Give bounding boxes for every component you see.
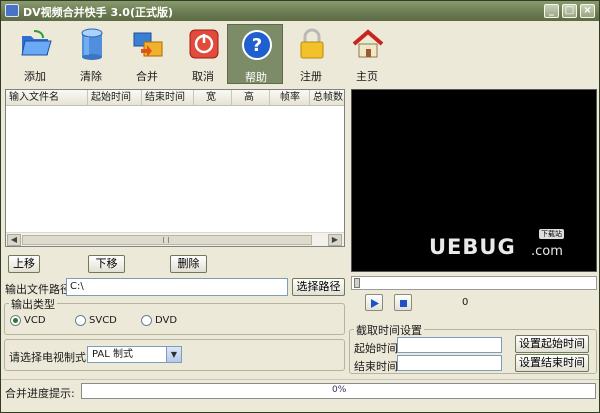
end-time-label: 结束时间: <box>354 360 402 373</box>
status-bar: 合并进度提示: 0% <box>1 379 599 412</box>
radio-svcd-dot[interactable] <box>75 315 86 326</box>
radio-vcd[interactable]: VCD <box>10 314 50 328</box>
add-label: 添加 <box>24 70 46 83</box>
watermark-logo: UEBUG .com 下载站 <box>429 229 579 263</box>
register-label: 注册 <box>300 70 322 83</box>
play-icon <box>371 299 379 308</box>
minimize-button[interactable]: _ <box>544 4 559 18</box>
video-preview: UEBUG .com 下载站 <box>351 89 597 272</box>
radio-dvd-label: DVD <box>155 315 178 326</box>
window-title: DV视频合并快手 3.0(正式版) <box>23 6 174 19</box>
merge-button[interactable]: 合并 <box>119 24 175 84</box>
column-header-fps[interactable]: 帧率 <box>270 90 310 106</box>
column-header-start-time[interactable]: 起始时间 <box>88 90 142 106</box>
add-button[interactable]: 添加 <box>7 24 63 84</box>
start-time-input[interactable] <box>397 337 502 353</box>
output-type-group: 输出类型 VCD SVCD DVD <box>4 296 345 335</box>
maximize-icon: □ <box>564 5 575 16</box>
play-button[interactable] <box>365 294 383 311</box>
radio-svcd-label: SVCD <box>89 315 117 326</box>
tv-system-label: 请选择电视制式: <box>9 351 90 364</box>
scroll-right-icon[interactable]: ▶ <box>328 234 342 246</box>
column-header-width[interactable]: 宽 <box>194 90 232 106</box>
cancel-label: 取消 <box>192 70 214 83</box>
tv-system-value: PAL 制式 <box>92 349 133 360</box>
start-time-label: 起始时间: <box>354 342 402 355</box>
folders-merge-icon <box>133 32 163 57</box>
house-icon <box>352 29 384 58</box>
register-button[interactable]: 注册 <box>283 24 339 84</box>
close-button[interactable]: × <box>580 4 595 18</box>
radio-vcd-label: VCD <box>24 315 46 326</box>
radio-vcd-dot[interactable] <box>10 315 21 326</box>
seek-slider[interactable] <box>351 276 597 290</box>
file-list-header: 输入文件名 起始时间 结束时间 宽 高 帧率 总帧数 <box>6 90 344 106</box>
move-down-button[interactable]: 下移 <box>88 255 125 273</box>
progress-percent: 0% <box>332 385 347 395</box>
question-mark-icon: ? <box>242 30 272 60</box>
app-icon <box>5 4 19 17</box>
file-list-hscrollbar[interactable]: ◀ ▶ <box>6 232 344 246</box>
merge-progress-label: 合并进度提示: <box>5 387 75 400</box>
browse-path-button[interactable]: 选择路径 <box>292 278 345 296</box>
help-button[interactable]: ? 帮助 <box>227 24 283 84</box>
move-up-button[interactable]: 上移 <box>8 255 40 273</box>
chevron-down-icon[interactable]: ▼ <box>166 347 181 362</box>
maximize-button[interactable]: □ <box>562 4 577 18</box>
toolbar: 添加 清除 合并 取消 ? 帮助 注册 主页 <box>1 21 599 87</box>
home-button[interactable]: 主页 <box>339 24 395 84</box>
tv-system-group: 请选择电视制式: PAL 制式 ▼ <box>4 339 345 371</box>
output-path-label: 输出文件路径: <box>5 283 75 296</box>
minimize-icon: _ <box>549 5 554 16</box>
svg-text:?: ? <box>252 35 262 56</box>
column-header-end-time[interactable]: 结束时间 <box>142 90 194 106</box>
database-cylinder-icon <box>81 28 103 60</box>
scroll-thumb[interactable] <box>22 235 312 245</box>
title-bar[interactable]: DV视频合并快手 3.0(正式版) _ □ × <box>1 1 599 21</box>
radio-dvd-dot[interactable] <box>141 315 152 326</box>
folder-open-icon <box>21 30 52 56</box>
clear-button[interactable]: 清除 <box>63 24 119 84</box>
column-header-total-frames[interactable]: 总帧数 <box>310 90 344 106</box>
tv-system-select[interactable]: PAL 制式 ▼ <box>87 346 182 363</box>
delete-button[interactable]: 删除 <box>170 255 207 273</box>
capture-time-group: 截取时间设置 起始时间: 结束时间: 设置起始时间 设置结束时间 <box>349 322 597 374</box>
stop-icon <box>400 300 407 307</box>
set-start-time-button[interactable]: 设置起始时间 <box>515 335 589 353</box>
stop-button[interactable] <box>394 294 412 311</box>
help-label: 帮助 <box>245 71 267 84</box>
radio-dvd[interactable]: DVD <box>141 314 181 328</box>
close-icon: × <box>583 5 592 16</box>
capture-time-title: 截取时间设置 <box>354 322 424 338</box>
clear-label: 清除 <box>80 70 102 83</box>
merge-progress-bar: 0% <box>81 383 596 399</box>
radio-svcd[interactable]: SVCD <box>75 314 121 328</box>
home-label: 主页 <box>356 70 378 83</box>
set-end-time-button[interactable]: 设置结束时间 <box>515 354 589 372</box>
column-header-filename[interactable]: 输入文件名 <box>6 90 88 106</box>
end-time-input[interactable] <box>397 355 502 371</box>
scroll-left-icon[interactable]: ◀ <box>7 234 21 246</box>
seek-thumb[interactable] <box>354 278 360 288</box>
column-header-height[interactable]: 高 <box>232 90 270 106</box>
output-type-title: 输出类型 <box>9 296 57 312</box>
file-list[interactable]: 输入文件名 起始时间 结束时间 宽 高 帧率 总帧数 ◀ ▶ <box>5 89 345 247</box>
watermark-text: UEBUG <box>429 235 516 259</box>
padlock-icon <box>300 28 324 59</box>
merge-label: 合并 <box>136 70 158 83</box>
playback-time: 0 <box>462 297 469 308</box>
watermark-suffix: .com <box>531 244 563 259</box>
app-window: DV视频合并快手 3.0(正式版) _ □ × 添加 清除 合并 取消 ? 帮助… <box>0 0 600 413</box>
power-stop-icon <box>189 29 219 59</box>
output-path-input[interactable]: C:\ <box>66 278 288 296</box>
cancel-button[interactable]: 取消 <box>175 24 231 84</box>
watermark-tag: 下载站 <box>539 229 564 239</box>
